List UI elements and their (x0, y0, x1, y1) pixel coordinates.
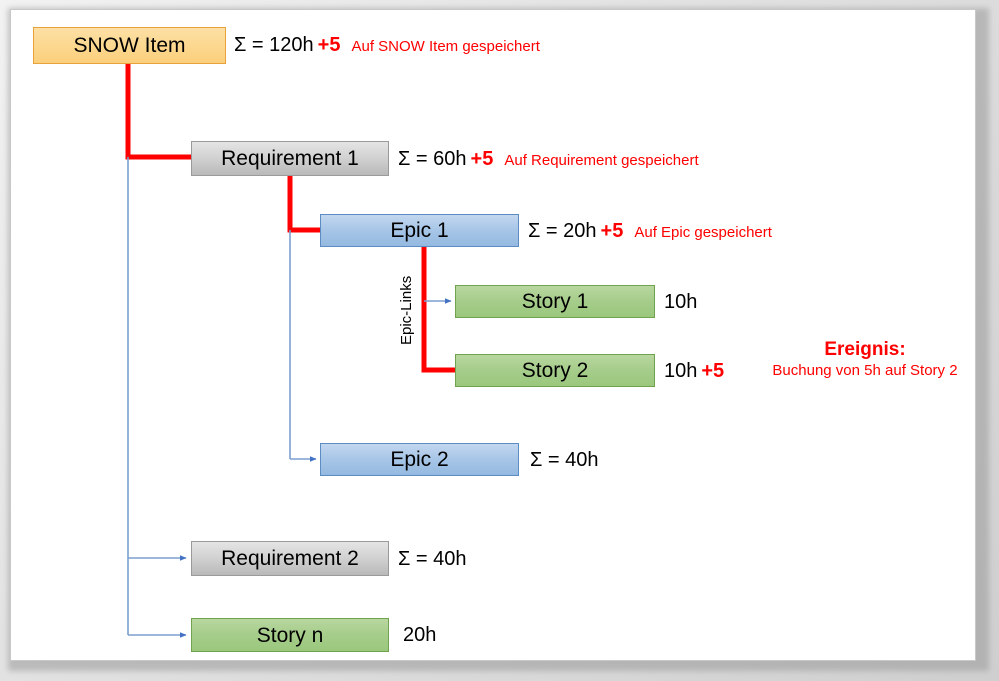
picture-frame-inner (10, 9, 976, 661)
node-story-1-label: Story 1 (521, 290, 589, 313)
annotation-snow-item: Σ = 120h +5 Auf SNOW Item gespeichert (234, 35, 540, 55)
node-snow-item-label: SNOW Item (73, 34, 186, 57)
requirement-1-sum: Σ = 60h (398, 148, 467, 170)
requirement-1-delta: +5 (470, 148, 494, 170)
requirement-1-note: Auf Requirement gespeichert (504, 152, 699, 169)
node-story-n[interactable]: Story n (191, 618, 389, 652)
annotation-requirement-2: Σ = 40h (398, 549, 467, 569)
story-2-hours: 10h (664, 360, 698, 382)
node-story-2[interactable]: Story 2 (455, 354, 655, 387)
epic-1-sum: Σ = 20h (528, 220, 597, 242)
epic-1-note: Auf Epic gespeichert (634, 224, 772, 241)
requirement-2-sum: Σ = 40h (398, 548, 467, 570)
annotation-requirement-1: Σ = 60h +5 Auf Requirement gespeichert (398, 149, 699, 169)
event-callout: Ereignis: Buchung von 5h auf Story 2 (743, 338, 987, 381)
snow-item-note: Auf SNOW Item gespeichert (351, 38, 540, 55)
edge-label-epic-links: Epic-Links (398, 276, 415, 345)
edge-label-epic-links-text: Epic-Links (398, 275, 415, 345)
diagram-canvas: SNOW Item Σ = 120h +5 Auf SNOW Item gesp… (0, 0, 999, 681)
node-story-2-label: Story 2 (521, 359, 589, 382)
annotation-epic-2: Σ = 40h (530, 450, 599, 470)
story-1-hours: 10h (664, 291, 698, 313)
node-requirement-1-label: Requirement 1 (221, 147, 359, 170)
story-2-delta: +5 (701, 360, 725, 382)
node-story-1[interactable]: Story 1 (455, 285, 655, 318)
node-epic-1[interactable]: Epic 1 (320, 214, 519, 247)
annotation-story-2: 10h +5 (664, 361, 724, 381)
node-epic-1-label: Epic 1 (390, 219, 449, 242)
node-requirement-1[interactable]: Requirement 1 (191, 141, 389, 176)
node-epic-2[interactable]: Epic 2 (320, 443, 519, 476)
node-epic-2-label: Epic 2 (390, 448, 449, 471)
node-requirement-2-label: Requirement 2 (221, 547, 359, 570)
epic-2-sum: Σ = 40h (530, 449, 599, 471)
event-title: Ereignis: (824, 339, 906, 360)
event-body: Buchung von 5h auf Story 2 (772, 361, 958, 379)
node-story-n-label: Story n (256, 623, 324, 647)
snow-item-delta: +5 (317, 34, 341, 56)
annotation-epic-1: Σ = 20h +5 Auf Epic gespeichert (528, 221, 772, 241)
annotation-story-n: 20h (403, 625, 436, 645)
annotation-story-1: 10h (664, 292, 701, 312)
node-requirement-2[interactable]: Requirement 2 (191, 541, 389, 576)
snow-item-sum: Σ = 120h (234, 34, 314, 56)
story-n-hours: 20h (403, 624, 437, 646)
epic-1-delta: +5 (600, 220, 624, 242)
node-snow-item[interactable]: SNOW Item (33, 27, 226, 64)
